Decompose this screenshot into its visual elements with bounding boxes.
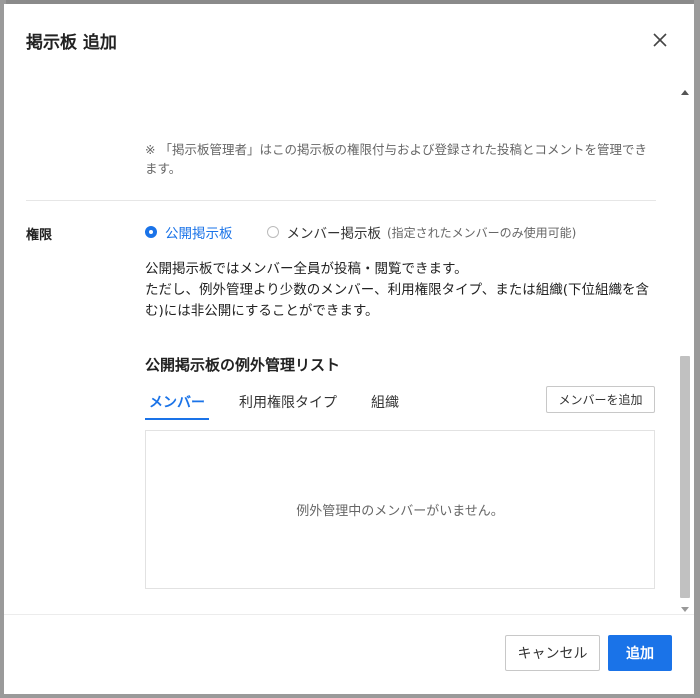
exception-list-box: 例外管理中のメンバーがいません。 xyxy=(145,430,655,589)
submit-button[interactable]: 追加 xyxy=(608,635,672,671)
footer-divider xyxy=(4,614,694,615)
radio-unchecked-icon xyxy=(266,226,279,238)
empty-message: 例外管理中のメンバーがいません。 xyxy=(296,504,504,519)
radio-member-board[interactable]: メンバー掲示板 (指定されたメンバーのみ使用可能) xyxy=(266,222,577,242)
dialog-scrollbar[interactable] xyxy=(678,88,692,614)
description-line-2: ただし、例外管理より少数のメンバー、利用権限タイプ、または組織(下位組織を含む)… xyxy=(145,282,649,319)
tab-organizations[interactable]: 組織 xyxy=(367,384,403,420)
admin-note: ※ 「掲示板管理者」はこの掲示板の権限付与および登録された投稿とコメントを管理で… xyxy=(145,142,647,176)
radio-checked-icon xyxy=(145,226,157,238)
close-button[interactable] xyxy=(650,30,670,50)
scroll-up-arrow-icon[interactable] xyxy=(681,90,689,95)
exception-tabs: メンバー 利用権限タイプ 組織 xyxy=(145,384,429,420)
permission-description: 公開掲示板ではメンバー全員が投稿・閲覧できます。 ただし、例外管理より少数のメン… xyxy=(145,259,665,322)
background-page-right xyxy=(694,0,700,698)
permission-radio-group: 公開掲示板 メンバー掲示板 (指定されたメンバーのみ使用可能) xyxy=(145,222,576,242)
close-icon xyxy=(653,33,667,47)
add-member-button[interactable]: メンバーを追加 xyxy=(546,386,655,413)
exception-list-title: 公開掲示板の例外管理リスト xyxy=(145,356,341,374)
radio-member-label: メンバー掲示板 xyxy=(286,226,382,242)
scroll-thumb[interactable] xyxy=(680,356,690,598)
dialog-title: 掲示板 追加 xyxy=(26,33,117,53)
dialog-body[interactable]: ※ 「掲示板管理者」はこの掲示板の権限付与および登録された投稿とコメントを管理で… xyxy=(4,84,694,614)
add-board-dialog: 掲示板 追加 ※ 「掲示板管理者」はこの掲示板の権限付与および登録された投稿とコ… xyxy=(4,4,694,694)
divider xyxy=(26,200,656,201)
cancel-button[interactable]: キャンセル xyxy=(505,635,600,671)
radio-member-hint: (指定されたメンバーのみ使用可能) xyxy=(387,225,577,240)
tab-members[interactable]: メンバー xyxy=(145,384,209,420)
permission-label: 権限 xyxy=(26,228,53,243)
scroll-down-arrow-icon[interactable] xyxy=(681,607,689,612)
radio-public-board[interactable]: 公開掲示板 xyxy=(145,222,233,242)
tab-permission-types[interactable]: 利用権限タイプ xyxy=(235,384,341,420)
radio-public-label: 公開掲示板 xyxy=(165,226,233,242)
description-line-1: 公開掲示板ではメンバー全員が投稿・閲覧できます。 xyxy=(145,261,468,277)
